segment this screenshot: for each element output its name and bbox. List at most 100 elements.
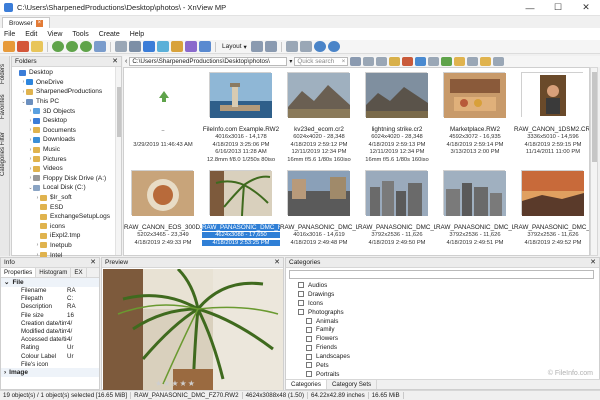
thumbnail-item[interactable]: kv23ed_ecom.cr2 6024x4020 - 28,348 4/18/20… (280, 68, 358, 163)
thumbnail-image[interactable] (443, 170, 506, 216)
edit-icon[interactable] (115, 41, 127, 52)
thumbnail-image[interactable] (131, 170, 194, 216)
clear-search-icon[interactable]: × (342, 58, 346, 65)
category-item[interactable]: Drawings (286, 290, 600, 299)
preview-image[interactable]: ★★★★★ (103, 269, 283, 390)
thumbnail-image[interactable] (287, 170, 350, 216)
label-icon[interactable] (454, 57, 466, 66)
tab-browser[interactable]: Browser × (2, 17, 50, 28)
folder-tree-item[interactable]: › Music (12, 145, 121, 155)
forward-icon[interactable] (80, 41, 92, 52)
folder-tree-item[interactable]: icons (12, 222, 121, 232)
menu-edit[interactable]: Edit (25, 31, 37, 38)
tab-categories[interactable]: Categories (286, 380, 327, 389)
close-icon[interactable]: ✕ (112, 57, 118, 67)
category-checkbox[interactable] (306, 335, 312, 342)
tag-icon[interactable] (441, 57, 453, 66)
category-checkbox[interactable] (306, 353, 312, 360)
tab-histogram[interactable]: Histogram (36, 268, 72, 277)
menu-file[interactable]: File (4, 31, 15, 38)
tab-category-sets[interactable]: Category Sets (327, 380, 378, 389)
tab-properties[interactable]: Properties (1, 268, 37, 277)
thumbnail-item[interactable]: Marketplace.RW2 4592x3072 - 16,935 4/18/20… (436, 68, 514, 160)
category-checkbox[interactable] (306, 371, 312, 378)
zoom-icon[interactable] (415, 57, 427, 66)
thumbnail-image[interactable] (521, 170, 584, 216)
thumbnail-item[interactable]: RAW_CANON_1DSM2.CR2 3336x5010 - 14,596 4/1… (514, 68, 589, 160)
refresh-icon[interactable] (52, 41, 64, 52)
category-item[interactable]: Animals (286, 317, 600, 326)
minimize-button[interactable]: — (516, 0, 544, 16)
panels-icon[interactable] (250, 41, 263, 52)
thumbnail-item[interactable]: RAW_PANASONIC_DMC_FZ8...3792x2536 - 11,6… (514, 166, 589, 255)
info-group-image[interactable]: › Image (1, 368, 99, 377)
folder-tree-item[interactable]: › 3D Objects (12, 106, 121, 116)
batch-icon[interactable] (185, 41, 197, 52)
category-checkbox[interactable] (306, 362, 312, 369)
category-checkbox[interactable] (306, 318, 312, 324)
thumbnail-image[interactable] (443, 72, 506, 118)
thumbnail-image[interactable] (365, 170, 428, 216)
category-item[interactable]: Pets (286, 361, 600, 370)
folder-tree-item[interactable]: › Inetpub (12, 241, 121, 251)
convert-icon[interactable] (143, 41, 155, 52)
folder-tree-item[interactable]: › Documents (12, 126, 121, 136)
sidetab-categories-filter[interactable]: Categories Filter (0, 126, 10, 182)
menu-create[interactable]: Create (99, 31, 120, 38)
category-checkbox[interactable] (298, 291, 304, 298)
thumbnail-item[interactable]: RAW_PANASONIC_DMC_LX7...3792x2536 - 11,6… (436, 166, 514, 255)
tab-exif[interactable]: EX (71, 268, 87, 277)
nav-back-icon[interactable] (363, 57, 375, 66)
folder-tree-item[interactable]: ESD (12, 202, 121, 212)
category-checkbox[interactable] (306, 344, 312, 351)
category-item[interactable]: Friends (286, 343, 600, 352)
info-group-file[interactable]: ⌄ File (1, 278, 99, 287)
thumbnail-image[interactable] (365, 72, 428, 118)
folder-tree-item[interactable]: ExchangeSetupLogs (12, 212, 121, 222)
maximize-button[interactable]: ☐ (544, 0, 572, 16)
folder-tree-item[interactable]: Desktop (12, 68, 121, 78)
thumbnail-image[interactable] (209, 170, 272, 217)
folder-tree-item[interactable]: › Downloads (12, 135, 121, 145)
sort-icon[interactable] (285, 41, 298, 52)
print-icon[interactable] (129, 41, 141, 52)
compare-icon[interactable] (171, 41, 183, 52)
thumbnail-item[interactable]: .. 3/29/2019 11:46:43 AM (124, 68, 202, 160)
sidetab-folders[interactable]: Folders (0, 59, 10, 89)
filter-list-icon[interactable] (467, 57, 479, 66)
category-item[interactable]: Icons (286, 299, 600, 308)
chevron-left-icon[interactable]: ‹ (125, 58, 127, 65)
pen-icon[interactable] (402, 57, 414, 66)
category-checkbox[interactable] (306, 326, 312, 333)
category-item[interactable]: Landscapes (286, 352, 600, 361)
layout-button[interactable]: Layout ▾ (220, 43, 249, 51)
close-window-button[interactable]: ✕ (572, 0, 600, 16)
folders-scrollbar[interactable] (115, 67, 121, 255)
path-input[interactable]: C:\Users\SharpenedProductions\Desktop\ph… (129, 57, 288, 66)
open-icon[interactable] (17, 41, 29, 52)
thumbnail-scrollbar[interactable] (590, 67, 598, 256)
selection-icon[interactable] (428, 57, 440, 66)
folder-tree-item[interactable]: › $Ir_soft (12, 193, 121, 203)
category-item[interactable]: Flowers (286, 334, 600, 343)
thumbnail-image[interactable] (287, 72, 350, 118)
thumbnail-image[interactable] (131, 72, 193, 117)
folder-tree-item[interactable]: › OneDrive (12, 78, 121, 88)
thumbnail-item[interactable]: lightning strike.cr2 6024x4020 - 28,348 4/… (358, 68, 436, 163)
folder-tree-item[interactable]: › Videos (12, 164, 121, 174)
category-checkbox[interactable] (298, 282, 304, 289)
thumbnail-item[interactable]: RAW_PANASONIC_DMC_FZ8...4624x3088 - 17,6… (202, 166, 280, 255)
folder-tree-item[interactable]: ⌄ Local Disk (C:) (12, 183, 121, 193)
category-checkbox[interactable] (298, 309, 304, 316)
category-item[interactable]: Photographs (286, 308, 600, 317)
scrollbar-thumb[interactable] (592, 72, 597, 162)
folder-tree-item[interactable]: › Pictures (12, 154, 121, 164)
thumbnail-item[interactable]: RAW_PANASONIC_DMC_LX7...3792x2536 - 11,6… (358, 166, 436, 255)
folder-icon[interactable] (31, 41, 43, 52)
menu-help[interactable]: Help (130, 31, 144, 38)
close-icon[interactable]: ✕ (274, 258, 280, 268)
thumbnail-item[interactable]: RAW_CANON_EOS_300D.CR25202x3465 - 23,349… (124, 166, 202, 255)
nav-forward-icon[interactable] (376, 57, 388, 66)
view-mode-icon[interactable] (264, 41, 277, 52)
thumbnail-item[interactable]: FileInfo.com Example.RW2 4016x3016 - 14,1… (202, 68, 280, 163)
